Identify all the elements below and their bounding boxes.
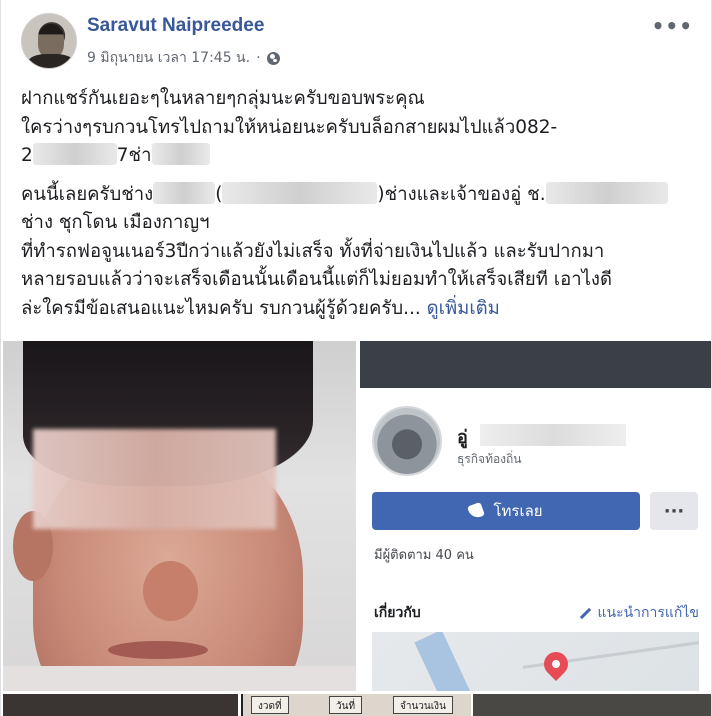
post-paragraph-1: ฝากแชร์กันเยอะๆในหลายๆกลุ่มนะครับขอบพระค…: [21, 85, 696, 171]
see-more-link[interactable]: ดูเพิ่มเติม: [427, 298, 500, 319]
text-line-1: ฝากแชร์กันเยอะๆในหลายๆกลุ่มนะครับขอบพระค…: [21, 88, 425, 109]
phone-icon: [467, 502, 486, 520]
screenshot-about-card: เกี่ยวกับ แนะนำการแก้ไข: [360, 588, 711, 691]
screenshot-page-card: อู่ ธุรกิจท้องถิ่น โทรเลย ··· มีผู้ติดตา…: [360, 388, 711, 600]
post-card: Saravut Naipreedee 9 มิถุนายน เวลา 17:45…: [0, 0, 712, 716]
separator-dot: ·: [256, 50, 261, 66]
post-timestamp[interactable]: 9 มิถุนายน เวลา 17:45 น.: [87, 47, 250, 69]
doc-col-date: วันที่: [329, 696, 363, 714]
photo-bottom-document[interactable]: งวดที่ วันที่ จำนวนเงิน: [241, 694, 471, 716]
photo-person[interactable]: [3, 341, 356, 691]
text-line-5: ช่าง ชุกโดน เมืองกาญฯ: [21, 212, 210, 233]
text-line-8: ล่ะใครมีข้อเสนอแนะไหมครับ รบกวนผู้รู้ด้ว…: [21, 297, 421, 319]
page-name-prefix: อู่: [457, 427, 468, 448]
about-title: เกี่ยวกับ: [374, 605, 421, 621]
map-river: [414, 632, 480, 691]
photo-blur-censor: [33, 429, 276, 529]
suggest-edit-link: แนะนำการแก้ไข: [579, 602, 699, 624]
call-now-label: โทรเลย: [493, 502, 543, 520]
redacted-shop: [545, 181, 668, 204]
page-category: ธุรกิจท้องถิ่น: [457, 452, 522, 466]
screenshot-more-button: ···: [650, 492, 698, 530]
avatar-face: [38, 24, 64, 58]
redacted-name-2: [153, 181, 216, 204]
avatar-body: [28, 54, 74, 68]
photo-nose: [143, 561, 198, 621]
redacted-page-name: [480, 424, 626, 446]
pencil-icon: [580, 607, 592, 619]
text-line-4b: (: [215, 183, 223, 205]
text-line-4a: คนนี้เลยครับช่าง: [21, 183, 154, 205]
text-line-6: ที่ทำรถฟอจูนเนอร์3ปีกว่าแล้วยังไม่เสร็จ …: [21, 240, 605, 262]
text-line-4c: )ช่างและเจ้าของอู่ ช.: [377, 183, 546, 205]
redacted-name-3: [222, 181, 378, 204]
photo-lips: [108, 641, 208, 659]
text-line-7: หลายรอบแล้วว่าจะเสร็จเดือนนั้นเดือนนี้แต…: [21, 269, 612, 290]
text-line-2: ใครว่างๆรบกวนโทรไปถามให้หน่อยนะครับบล็อก…: [21, 116, 558, 138]
more-options-icon[interactable]: •••: [652, 14, 693, 38]
author-avatar[interactable]: [21, 13, 77, 69]
screenshot-topbar: [360, 341, 711, 388]
map-preview: [372, 632, 699, 691]
doc-col-installment: งวดที่: [251, 696, 289, 714]
photo-bottom-right[interactable]: [473, 694, 711, 716]
text-line-3b: 7ช่า: [116, 145, 152, 166]
followers-count: มีผู้ติดตาม 40 คน: [374, 548, 474, 563]
photo-page-screenshot[interactable]: อู่ ธุรกิจท้องถิ่น โทรเลย ··· มีผู้ติดตา…: [360, 341, 711, 691]
map-pin-icon: [539, 647, 573, 681]
redacted-phone: [32, 143, 117, 165]
globe-icon[interactable]: [266, 51, 280, 65]
call-now-button: โทรเลย: [372, 492, 640, 530]
doc-col-amount: จำนวนเงิน: [393, 696, 453, 714]
redacted-name: [151, 143, 210, 165]
page-thumbnail: [372, 406, 442, 476]
suggest-edit-label: แนะนำการแก้ไข: [597, 605, 699, 621]
post-meta: 9 มิถุนายน เวลา 17:45 น. ·: [87, 47, 280, 69]
post-text: ฝากแชร์กันเยอะๆในหลายๆกลุ่มนะครับขอบพระค…: [21, 85, 696, 333]
photo-shirt: [3, 666, 356, 691]
photo-bottom-left[interactable]: [3, 694, 238, 716]
post-paragraph-2: คนนี้เลยครับช่าง ( )ช่างและเจ้าของอู่ ช. ช…: [21, 181, 696, 324]
author-name[interactable]: Saravut Naipreedee: [87, 15, 264, 37]
text-line-3a: 2: [21, 145, 33, 166]
